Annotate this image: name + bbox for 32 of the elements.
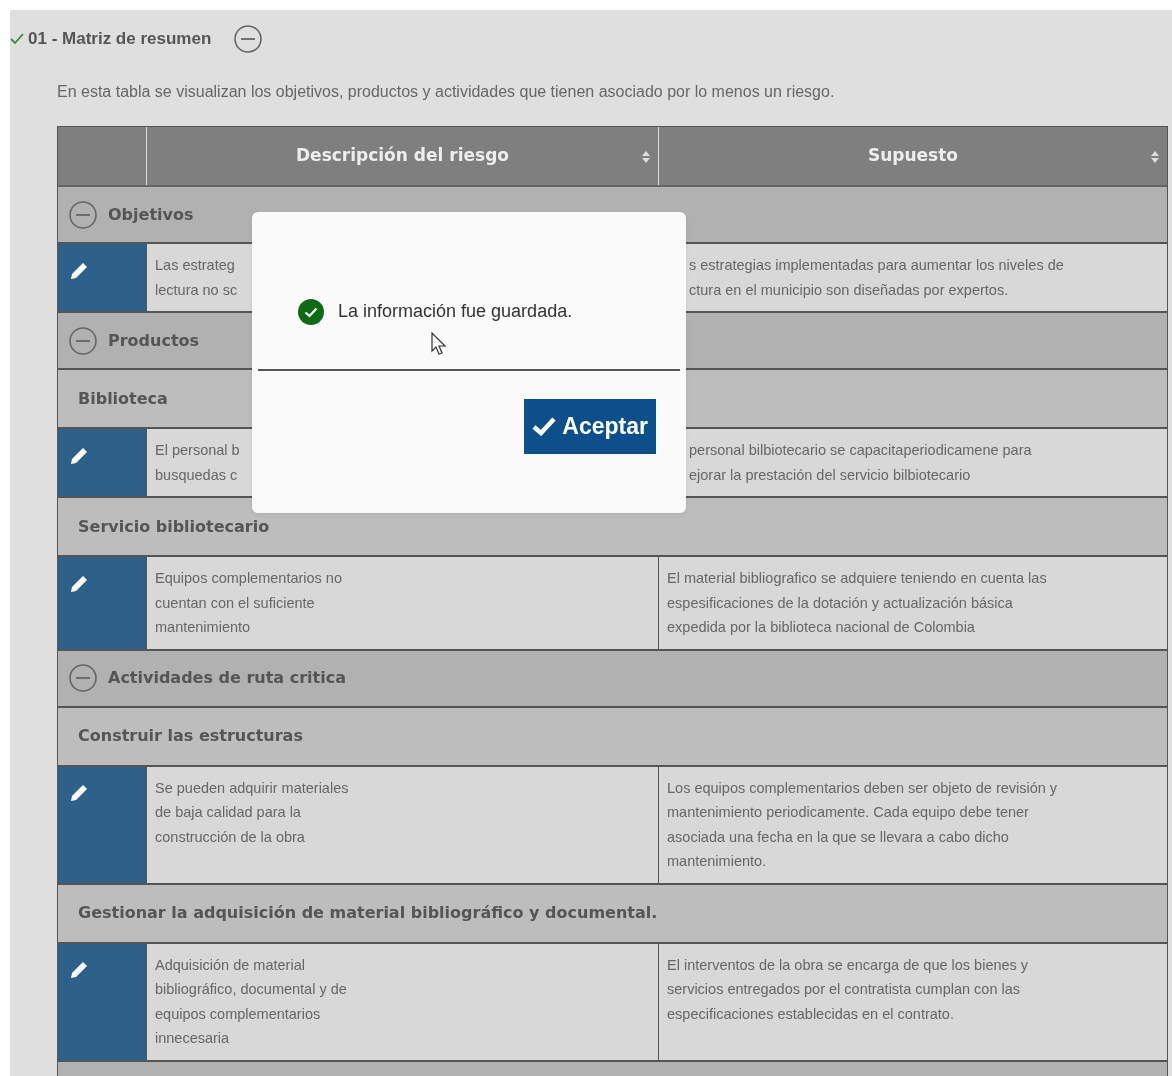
group-label: Objetivos (108, 203, 194, 226)
table-cell: Adquisición de material bibliográfico, documental y de equipos complementarios innecesaria (146, 943, 658, 1060)
column-header[interactable]: Descripción del riesgo (296, 143, 509, 169)
collapse-icon[interactable] (233, 24, 264, 54)
column-header[interactable]: Supuesto (867, 143, 959, 169)
collapse-icon[interactable] (68, 663, 98, 693)
description-text: En esta tabla se visualizan los objetivos, productos y actividades que tienen asociado por lo menos un riesgo. (57, 82, 836, 102)
edit-cell[interactable] (58, 766, 146, 883)
table-cell: Equipos complementarios no cuentan con el suficiente mantenimiento (146, 557, 658, 649)
subgroup-label: Gestionar la adquisición de material bibliográfico y documental. (78, 902, 658, 924)
collapse-icon[interactable] (68, 199, 98, 230)
table-cell: Los equipos complementarios deben ser objeto de revisión y mantenimiento periodicamente. Cada equipo debe tener asociada una fecha en la que se llevara a cabo dicho mantenimiento. (658, 766, 1167, 883)
cursor-icon (431, 332, 447, 356)
table-cell: Se pueden adquirir materiales de baja calidad para la construcción de la obra (146, 766, 658, 883)
group-label: Actividades de ruta critica (108, 667, 346, 689)
edit-cell[interactable] (58, 244, 146, 311)
group-label: Productos (108, 329, 200, 352)
edit-cell[interactable] (58, 943, 146, 1060)
accept-button[interactable]: Aceptar (524, 399, 656, 454)
subgroup-label: Servicio bibliotecario (78, 515, 270, 538)
success-icon (298, 298, 324, 325)
edit-cell[interactable] (58, 557, 146, 649)
edit-cell[interactable] (58, 429, 146, 496)
subgroup-label: Construir las estructuras (78, 725, 303, 747)
sort-icon[interactable] (1151, 151, 1159, 163)
table-cell: El material bibliografico se adquiere teniendo en cuenta las espesificaciones de la dotación y actualización básica expedida por la biblioteca nacional de Colombia (658, 557, 1167, 649)
table-cell: El interventos de la obra se encarga de que los bienes y servicios entregados por el contratista cumplan con las especificaciones establecidas en el contrato. (658, 943, 1167, 1060)
sort-icon[interactable] (642, 151, 650, 163)
section-title: 01 - Matriz de resumen (28, 28, 212, 51)
collapse-icon[interactable] (68, 325, 98, 356)
check-icon (532, 416, 557, 437)
subgroup-label: Biblioteca (78, 387, 168, 410)
